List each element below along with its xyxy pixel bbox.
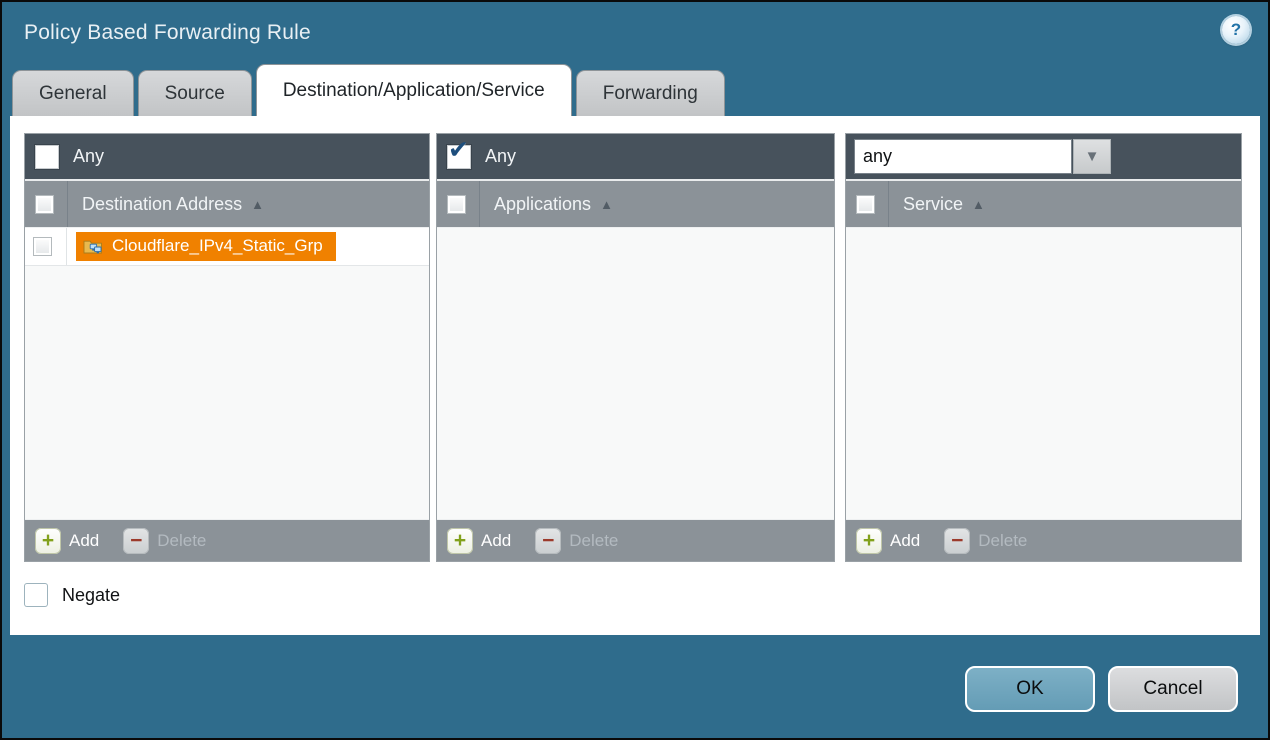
service-dropdown[interactable]: any ▼ xyxy=(854,139,1111,174)
applications-column-header[interactable]: Applications ▲ xyxy=(494,194,613,215)
tab-forwarding[interactable]: Forwarding xyxy=(576,70,725,116)
dialog-title: Policy Based Forwarding Rule xyxy=(24,21,311,45)
add-button[interactable]: Add xyxy=(481,531,511,551)
dialog-titlebar: Policy Based Forwarding Rule ? xyxy=(2,2,1268,64)
service-table-header: Service ▲ xyxy=(846,181,1241,228)
service-list xyxy=(846,228,1241,519)
service-column-header[interactable]: Service ▲ xyxy=(903,194,985,215)
table-row[interactable]: Cloudflare_IPv4_Static_Grp xyxy=(25,228,429,266)
row-checkbox[interactable] xyxy=(33,237,52,256)
service-footer: + Add − Delete xyxy=(846,519,1241,561)
help-icon[interactable]: ? xyxy=(1222,16,1250,44)
check-icon: ✔ xyxy=(448,138,469,163)
negate-row: Negate xyxy=(24,583,1260,607)
add-icon[interactable]: + xyxy=(35,528,61,554)
negate-checkbox[interactable] xyxy=(24,583,48,607)
delete-icon[interactable]: − xyxy=(123,528,149,554)
tab-source[interactable]: Source xyxy=(138,70,252,116)
selected-address-group[interactable]: Cloudflare_IPv4_Static_Grp xyxy=(76,232,336,261)
applications-any-header: ✔ Any xyxy=(437,134,834,181)
destination-list: Cloudflare_IPv4_Static_Grp xyxy=(25,228,429,519)
service-column: any ▼ Service ▲ + Add xyxy=(845,133,1242,562)
applications-list xyxy=(437,228,834,519)
destination-any-checkbox[interactable] xyxy=(35,145,59,169)
service-select-all-cell xyxy=(856,181,889,227)
destination-table-header: Destination Address ▲ xyxy=(25,181,429,228)
delete-button[interactable]: Delete xyxy=(157,531,206,551)
delete-icon[interactable]: − xyxy=(944,528,970,554)
destination-header-label: Destination Address xyxy=(82,194,242,215)
add-button[interactable]: Add xyxy=(69,531,99,551)
delete-icon[interactable]: − xyxy=(535,528,561,554)
add-button[interactable]: Add xyxy=(890,531,920,551)
address-group-icon xyxy=(83,238,104,255)
destination-address-column: Any Destination Address ▲ xyxy=(24,133,430,562)
row-checkbox-cell xyxy=(33,228,67,265)
columns-container: Any Destination Address ▲ xyxy=(10,116,1260,562)
destination-any-header: Any xyxy=(25,134,429,181)
sort-ascending-icon: ▲ xyxy=(600,197,613,212)
tab-bar: General Source Destination/Application/S… xyxy=(2,64,1268,116)
tab-destination-application-service[interactable]: Destination/Application/Service xyxy=(256,64,572,116)
tab-content-panel: Any Destination Address ▲ xyxy=(10,116,1260,635)
service-select-all-checkbox[interactable] xyxy=(856,195,875,214)
add-icon[interactable]: + xyxy=(447,528,473,554)
address-group-name: Cloudflare_IPv4_Static_Grp xyxy=(112,236,323,256)
chevron-down-icon[interactable]: ▼ xyxy=(1073,139,1111,174)
policy-based-forwarding-dialog: Policy Based Forwarding Rule ? General S… xyxy=(0,0,1270,740)
tab-general[interactable]: General xyxy=(12,70,134,116)
applications-column: ✔ Any Applications ▲ + Add xyxy=(436,133,835,562)
applications-any-checkbox[interactable]: ✔ xyxy=(447,145,471,169)
applications-header-label: Applications xyxy=(494,194,591,215)
service-dropdown-value: any xyxy=(854,139,1072,174)
destination-select-all-checkbox[interactable] xyxy=(35,195,54,214)
applications-table-header: Applications ▲ xyxy=(437,181,834,228)
delete-button[interactable]: Delete xyxy=(978,531,1027,551)
negate-label: Negate xyxy=(62,585,120,606)
dialog-footer: OK Cancel xyxy=(965,666,1238,712)
service-dropdown-header: any ▼ xyxy=(846,134,1241,181)
applications-any-label: Any xyxy=(485,146,516,167)
sort-ascending-icon: ▲ xyxy=(251,197,264,212)
applications-select-all-cell xyxy=(447,181,480,227)
destination-footer: + Add − Delete xyxy=(25,519,429,561)
cancel-button[interactable]: Cancel xyxy=(1108,666,1238,712)
delete-button[interactable]: Delete xyxy=(569,531,618,551)
applications-select-all-checkbox[interactable] xyxy=(447,195,466,214)
applications-footer: + Add − Delete xyxy=(437,519,834,561)
destination-column-header[interactable]: Destination Address ▲ xyxy=(82,194,264,215)
destination-any-label: Any xyxy=(73,146,104,167)
sort-ascending-icon: ▲ xyxy=(972,197,985,212)
service-header-label: Service xyxy=(903,194,963,215)
destination-select-all-cell xyxy=(35,181,68,227)
add-icon[interactable]: + xyxy=(856,528,882,554)
ok-button[interactable]: OK xyxy=(965,666,1095,712)
